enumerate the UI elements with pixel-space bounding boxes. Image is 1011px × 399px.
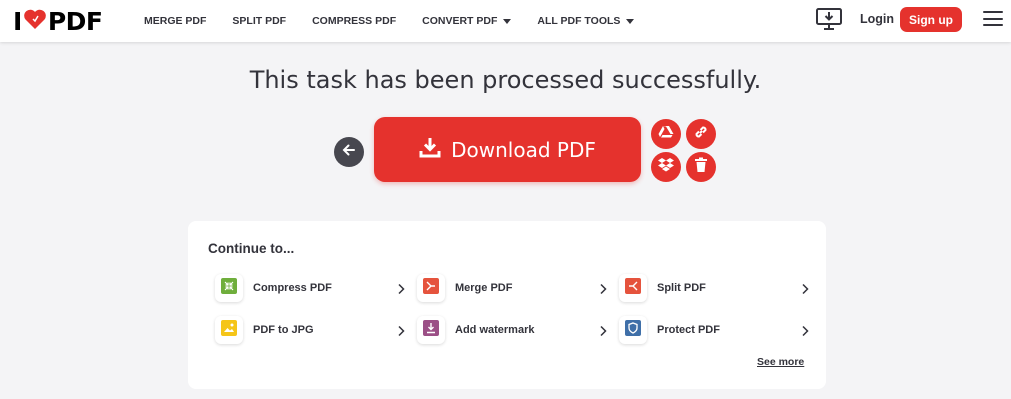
nav-label: ALL PDF TOOLS [537, 15, 621, 27]
compress-icon [221, 277, 237, 299]
tool-icon-box [215, 274, 243, 302]
ilovepdf-logo[interactable]: I PDF [13, 6, 103, 36]
continue-card: Continue to... Compress PDF Merge PDF Sp… [188, 221, 826, 389]
nav-all-pdf-tools[interactable]: ALL PDF TOOLS [537, 15, 635, 27]
signup-button[interactable]: Sign up [900, 7, 962, 32]
tool-add-watermark[interactable]: Add watermark [417, 315, 607, 345]
tool-compress-pdf[interactable]: Compress PDF [215, 273, 405, 303]
jpg-icon [221, 319, 237, 341]
nav-split-pdf[interactable]: SPLIT PDF [232, 15, 286, 27]
logo-letter: I [13, 6, 22, 36]
tool-name: Add watermark [455, 324, 535, 336]
chevron-right-icon [397, 324, 405, 337]
continue-title: Continue to... [208, 241, 295, 256]
arrow-left-icon [342, 143, 356, 162]
tool-pdf-to-jpg[interactable]: PDF to JPG [215, 315, 405, 345]
google-drive-button[interactable] [651, 119, 681, 149]
tool-icon-box [417, 274, 445, 302]
chevron-right-icon [599, 324, 607, 337]
caret-down-icon [503, 18, 512, 24]
back-button[interactable] [334, 137, 364, 167]
login-link[interactable]: Login [860, 12, 894, 26]
tool-icon-box [215, 316, 243, 344]
tool-name: PDF to JPG [253, 324, 314, 336]
tool-icon-box [619, 274, 647, 302]
nav-label: CONVERT PDF [422, 15, 498, 27]
heart-icon [23, 7, 47, 36]
top-header: I PDF MERGE PDF SPLIT PDF COMPRESS PDF C… [0, 0, 1011, 42]
page-title: This task has been processed successfull… [249, 66, 762, 94]
desktop-download-icon[interactable] [815, 7, 843, 31]
nav-label: MERGE PDF [144, 15, 207, 27]
tool-name: Split PDF [657, 282, 706, 294]
copy-link-button[interactable] [686, 119, 716, 149]
chevron-right-icon [801, 324, 809, 337]
tool-icon-box [417, 316, 445, 344]
chevron-right-icon [397, 282, 405, 295]
trash-icon [694, 157, 708, 178]
nav-merge-pdf[interactable]: MERGE PDF [144, 15, 206, 27]
nav-compress-pdf[interactable]: COMPRESS PDF [312, 15, 396, 27]
logo-text: PDF [47, 6, 103, 36]
chevron-right-icon [801, 282, 809, 295]
tool-icon-box [619, 316, 647, 344]
delete-button[interactable] [686, 152, 716, 182]
chevron-right-icon [599, 282, 607, 295]
caret-down-icon [626, 18, 635, 24]
nav-label: COMPRESS PDF [312, 15, 397, 27]
hamburger-menu-icon[interactable] [983, 11, 1003, 27]
tool-name: Merge PDF [455, 282, 513, 294]
dropbox-icon [658, 157, 674, 177]
tool-name: Protect PDF [657, 324, 720, 336]
link-icon [693, 124, 709, 145]
download-label: Download PDF [451, 137, 596, 162]
main-nav: MERGE PDF SPLIT PDF COMPRESS PDF CONVERT… [144, 0, 660, 42]
tool-split-pdf[interactable]: Split PDF [619, 273, 809, 303]
google-drive-icon [658, 125, 674, 144]
tool-name: Compress PDF [253, 282, 332, 294]
tool-protect-pdf[interactable]: Protect PDF [619, 315, 809, 345]
download-pdf-button[interactable]: Download PDF [374, 117, 641, 182]
dropbox-button[interactable] [651, 152, 681, 182]
tool-merge-pdf[interactable]: Merge PDF [417, 273, 607, 303]
split-icon [625, 277, 641, 299]
watermark-icon [423, 319, 439, 341]
nav-convert-pdf[interactable]: CONVERT PDF [422, 15, 512, 27]
merge-icon [423, 277, 439, 299]
nav-label: SPLIT PDF [232, 15, 287, 27]
shield-icon [625, 319, 641, 341]
see-more-link[interactable]: See more [757, 356, 804, 368]
download-icon [419, 136, 441, 163]
